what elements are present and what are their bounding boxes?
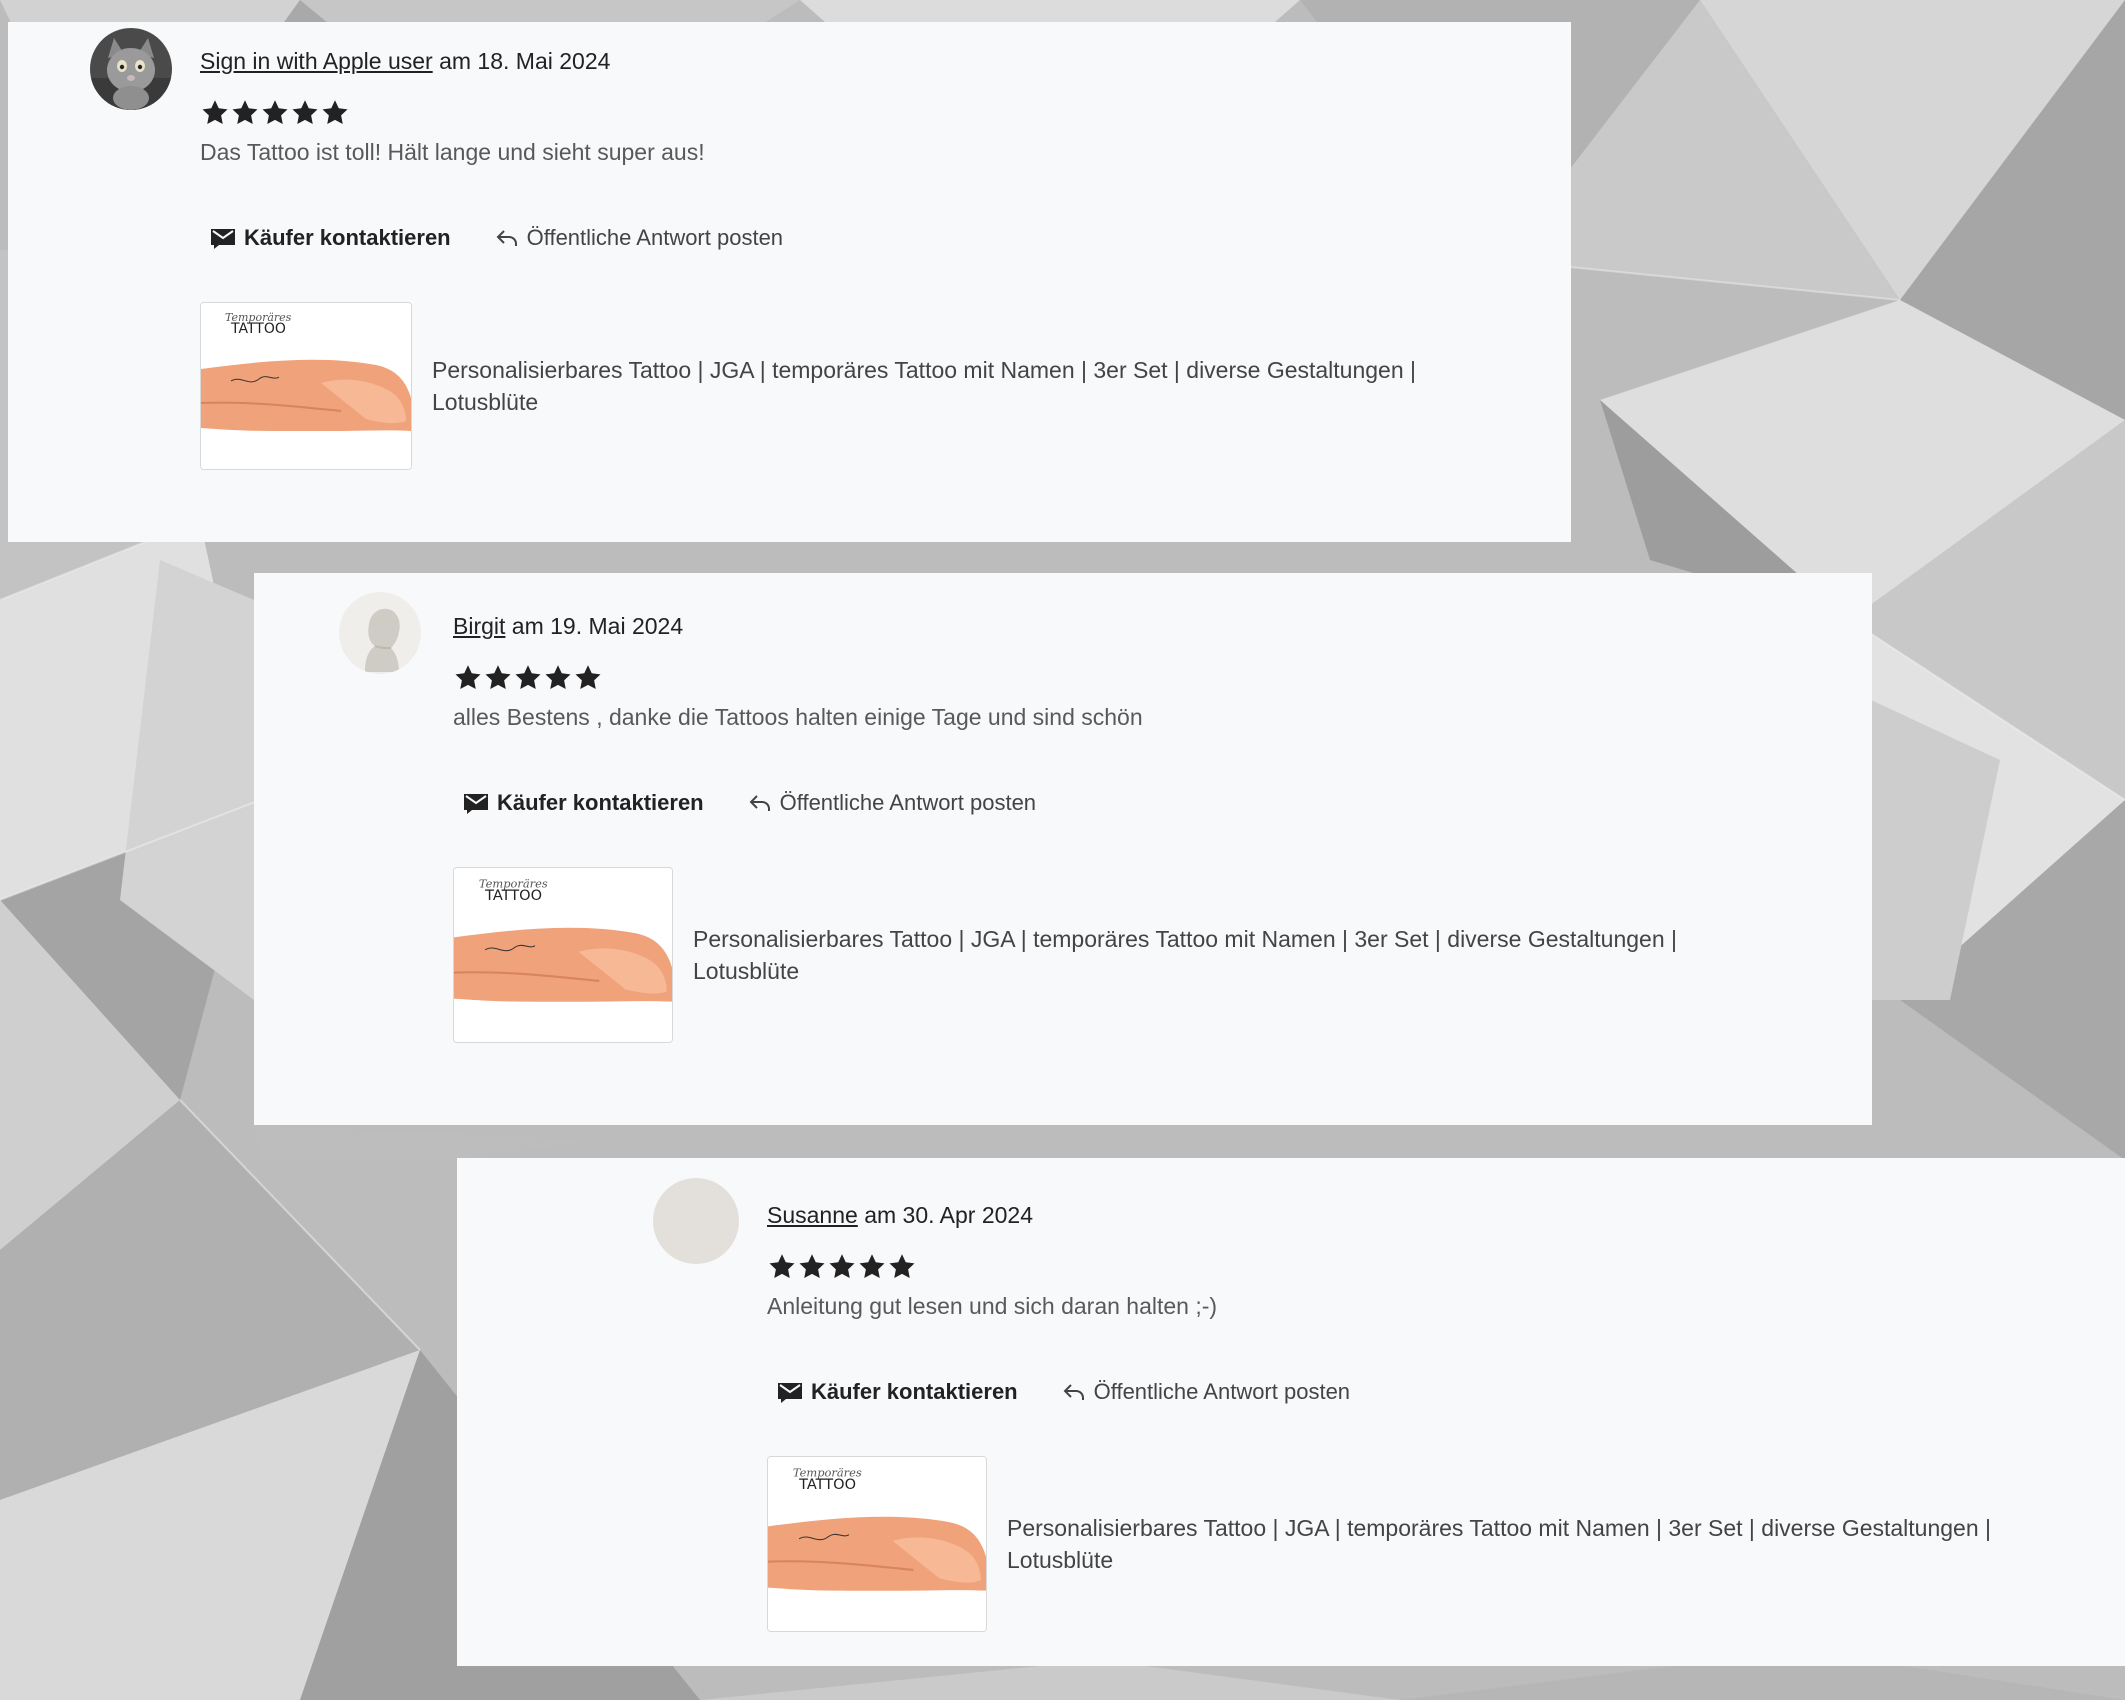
review-date: am 18. Mai 2024 (432, 48, 611, 74)
contact-buyer-label: Käufer kontaktieren (244, 225, 451, 250)
default-person-icon (339, 592, 421, 674)
star-icon (859, 1254, 885, 1278)
review-text: Anleitung gut lesen und sich daran halte… (767, 1293, 1218, 1319)
envelope-icon (464, 794, 488, 814)
review-content: Sign in with Apple user am 18. Mai 2024 … (200, 46, 1502, 470)
star-rating (200, 98, 1502, 130)
contact-buyer-label: Käufer kontaktieren (811, 1379, 1018, 1404)
star-rating (453, 663, 1763, 695)
tattoo-product-image: Temporäres TATTOO (768, 1457, 986, 1631)
contact-buyer-button[interactable]: Käufer kontaktieren (463, 790, 704, 816)
star-icon (322, 100, 348, 124)
star-icon (769, 1254, 795, 1278)
public-reply-button[interactable]: Öffentliche Antwort posten (495, 225, 783, 251)
review-meta: Birgit am 19. Mai 2024 (453, 611, 1763, 641)
star-icon (262, 100, 288, 124)
star-icon (292, 100, 318, 124)
review-actions: Käufer kontaktieren Öffentliche Antwort … (767, 1376, 2077, 1408)
listing-thumbnail[interactable]: Temporäres TATTOO (200, 302, 412, 470)
star-icon (799, 1254, 825, 1278)
reply-arrow-icon (749, 795, 770, 811)
public-reply-button[interactable]: Öffentliche Antwort posten (748, 790, 1036, 816)
avatar[interactable] (339, 592, 421, 674)
public-reply-button[interactable]: Öffentliche Antwort posten (1062, 1379, 1350, 1405)
listing-thumbnail[interactable]: Temporäres TATTOO (453, 867, 673, 1043)
review-meta: Sign in with Apple user am 18. Mai 2024 (200, 46, 1502, 76)
review-content: Susanne am 30. Apr 2024 Anleitung gut le… (767, 1200, 2077, 1632)
envelope-icon (778, 1383, 802, 1403)
public-reply-label: Öffentliche Antwort posten (779, 790, 1037, 815)
tattoo-product-image: Temporäres TATTOO (454, 868, 672, 1042)
purchased-listing: Temporäres TATTOO Personalisierbares Tat… (767, 1456, 2077, 1632)
envelope-icon (211, 229, 235, 249)
listing-title-link[interactable]: Personalisierbares Tattoo | JGA | tempor… (432, 354, 1502, 418)
review-card: Birgit am 19. Mai 2024 alles Bestens , d… (254, 573, 1872, 1125)
star-icon (829, 1254, 855, 1278)
star-rating (767, 1252, 2077, 1284)
review-actions: Käufer kontaktieren Öffentliche Antwort … (200, 222, 1502, 254)
reviewer-name-link[interactable]: Sign in with Apple user (200, 48, 433, 74)
reviewer-name-link[interactable]: Birgit (453, 613, 505, 639)
thumbnail-title-text: TATTOO (798, 1477, 856, 1493)
review-date: am 19. Mai 2024 (505, 613, 684, 639)
thumbnail-title-text: TATTOO (230, 321, 286, 337)
review-actions: Käufer kontaktieren Öffentliche Antwort … (453, 787, 1763, 819)
listing-title-link[interactable]: Personalisierbares Tattoo | JGA | tempor… (1007, 1512, 2077, 1576)
avatar[interactable] (653, 1178, 739, 1264)
star-icon (232, 100, 258, 124)
purchased-listing: Temporäres TATTOO Personalisierbares Tat… (453, 867, 1763, 1043)
star-icon (889, 1254, 915, 1278)
review-card: Susanne am 30. Apr 2024 Anleitung gut le… (457, 1158, 2125, 1666)
purchased-listing: Temporäres TATTOO Personalisierbares Tat… (200, 302, 1502, 470)
review-date: am 30. Apr 2024 (857, 1202, 1033, 1228)
review-meta: Susanne am 30. Apr 2024 (767, 1200, 2077, 1230)
contact-buyer-label: Käufer kontaktieren (497, 790, 704, 815)
star-icon (202, 100, 228, 124)
review-text: alles Bestens , danke die Tattoos halten… (453, 704, 1143, 730)
cat-photo-icon (90, 28, 172, 110)
tattoo-product-image: Temporäres TATTOO (201, 303, 411, 469)
star-icon (485, 665, 511, 689)
thumbnail-title-text: TATTOO (484, 888, 542, 904)
reply-arrow-icon (1063, 1384, 1084, 1400)
avatar[interactable] (90, 28, 172, 110)
review-card: Sign in with Apple user am 18. Mai 2024 … (8, 22, 1571, 542)
listing-thumbnail[interactable]: Temporäres TATTOO (767, 1456, 987, 1632)
star-icon (455, 665, 481, 689)
review-content: Birgit am 19. Mai 2024 alles Bestens , d… (453, 611, 1763, 1043)
listing-title-link[interactable]: Personalisierbares Tattoo | JGA | tempor… (693, 923, 1763, 987)
reply-arrow-icon (496, 230, 517, 246)
public-reply-label: Öffentliche Antwort posten (526, 225, 784, 250)
public-reply-label: Öffentliche Antwort posten (1093, 1379, 1351, 1404)
review-text: Das Tattoo ist toll! Hält lange und sieh… (200, 139, 705, 165)
star-icon (575, 665, 601, 689)
star-icon (545, 665, 571, 689)
contact-buyer-button[interactable]: Käufer kontaktieren (210, 225, 451, 251)
star-icon (515, 665, 541, 689)
blank-avatar-icon (653, 1178, 739, 1264)
reviewer-name-link[interactable]: Susanne (767, 1202, 858, 1228)
contact-buyer-button[interactable]: Käufer kontaktieren (777, 1379, 1018, 1405)
